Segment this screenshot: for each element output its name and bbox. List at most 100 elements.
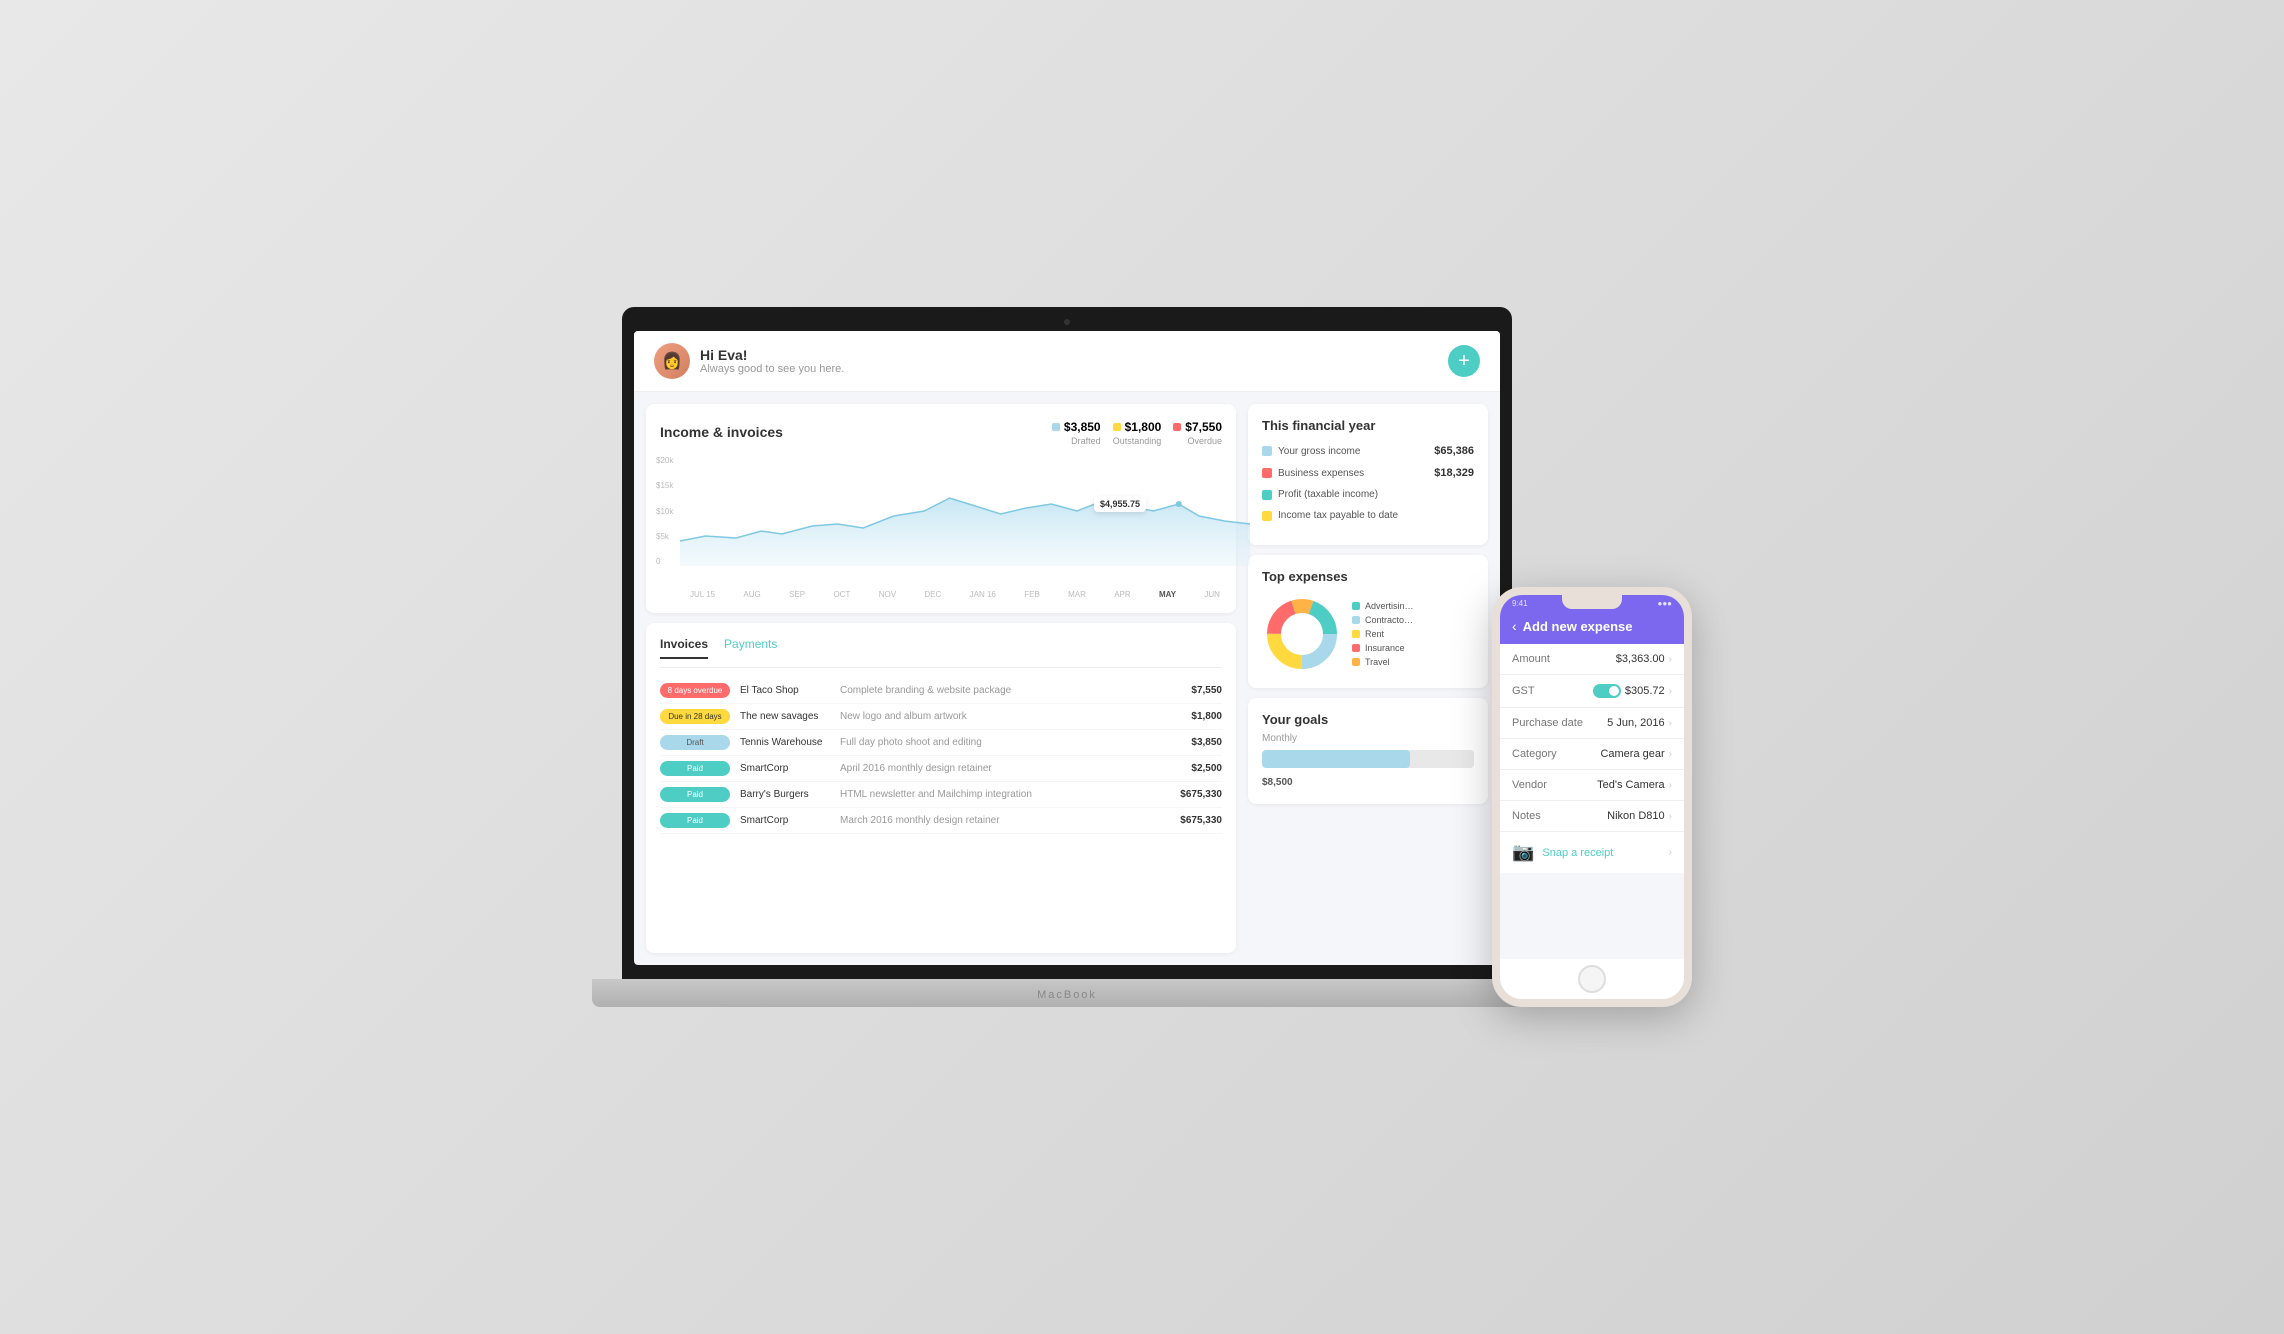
table-row: Paid SmartCorp March 2016 monthly design…	[660, 808, 1222, 834]
badge-due: Due in 28 days	[660, 709, 730, 724]
axis-aug: AUG	[743, 590, 760, 599]
fy-label-income: Your gross income	[1278, 446, 1360, 457]
gst-toggle[interactable]	[1593, 684, 1621, 698]
greeting-subtitle: Always good to see you here.	[700, 363, 844, 375]
phone-frame: 9:41 ●●● ‹ Add new expense Amount $3,363…	[1492, 587, 1692, 1007]
amount-label: Amount	[1512, 653, 1550, 665]
badge-paid: Paid	[660, 813, 730, 828]
fy-amount-income: $65,386	[1434, 445, 1474, 457]
top-expenses-title: Top expenses	[1262, 569, 1474, 584]
label-advertising: Advertisin…	[1365, 601, 1414, 611]
phone-row-date[interactable]: Purchase date 5 Jun, 2016 ›	[1500, 708, 1684, 739]
fy-label-tax: Income tax payable to date	[1278, 510, 1398, 521]
macbook-screen-frame: 👩 Hi Eva! Always good to see you here. +	[622, 307, 1512, 979]
gst-value: $305.72 ›	[1593, 684, 1672, 698]
phone: 9:41 ●●● ‹ Add new expense Amount $3,363…	[1492, 587, 1692, 1007]
vendor-value: Ted's Camera ›	[1597, 779, 1672, 791]
gst-chevron: ›	[1669, 686, 1672, 697]
right-panel: This financial year Your gross income $6…	[1248, 404, 1488, 953]
phone-screen: 9:41 ●●● ‹ Add new expense Amount $3,363…	[1500, 595, 1684, 999]
donut-chart	[1262, 594, 1342, 674]
fy-label-expenses: Business expenses	[1278, 468, 1364, 479]
goals-amount: $8,500	[1262, 777, 1293, 788]
invoice-amount: $3,850	[1191, 737, 1222, 748]
phone-row-gst[interactable]: GST $305.72 ›	[1500, 675, 1684, 708]
legend-outstanding: $1,800 Outstanding	[1113, 418, 1162, 446]
date-chevron: ›	[1669, 718, 1672, 729]
phone-row-vendor[interactable]: Vendor Ted's Camera ›	[1500, 770, 1684, 801]
notes-label: Notes	[1512, 810, 1541, 822]
macbook-camera	[1064, 319, 1070, 325]
axis-feb: FEB	[1024, 590, 1040, 599]
y-label-10k: $10k	[656, 507, 673, 516]
tooltip-value: $4,955.75	[1100, 499, 1140, 509]
macbook-screen: 👩 Hi Eva! Always good to see you here. +	[634, 331, 1500, 965]
goals-bar	[1262, 750, 1410, 768]
back-button[interactable]: ‹	[1512, 618, 1517, 634]
legend-item-travel: Travel	[1352, 657, 1414, 667]
fy-dot-tax	[1262, 511, 1272, 521]
phone-notch	[1562, 595, 1622, 609]
fy-dot-income	[1262, 446, 1272, 456]
overdue-amount: $7,550	[1185, 420, 1222, 434]
donut-svg	[1262, 594, 1342, 674]
fy-amount-expenses: $18,329	[1434, 467, 1474, 479]
axis-jul: JUL 15	[690, 590, 715, 599]
axis-apr: APR	[1114, 590, 1130, 599]
invoice-desc: Full day photo shoot and editing	[840, 737, 1181, 748]
fy-row: Business expenses $18,329	[1262, 467, 1474, 479]
chart-area: $20k $15k $10k $5k 0	[656, 456, 1226, 586]
notes-text: Nikon D810	[1607, 810, 1664, 822]
invoice-client: El Taco Shop	[740, 685, 830, 696]
label-insurance: Insurance	[1365, 643, 1405, 653]
fy-dot-expenses	[1262, 468, 1272, 478]
fy-left: Your gross income	[1262, 446, 1360, 457]
phone-rows: Amount $3,363.00 › GST $305.72 ›	[1500, 644, 1684, 959]
legend-item-insurance: Insurance	[1352, 643, 1414, 653]
add-button[interactable]: +	[1448, 345, 1480, 377]
phone-row-notes[interactable]: Notes Nikon D810 ›	[1500, 801, 1684, 832]
chart-axis-labels: JUL 15 AUG SEP OCT NOV DEC JAN 16 FEB MA…	[688, 590, 1222, 599]
chart-y-labels: $20k $15k $10k $5k 0	[656, 456, 673, 566]
invoice-desc: New logo and album artwork	[840, 711, 1181, 722]
home-button[interactable]	[1578, 965, 1606, 993]
phone-snap-row[interactable]: 📷 Snap a receipt ›	[1500, 832, 1684, 873]
phone-title: Add new expense	[1523, 619, 1633, 634]
snap-label: Snap a receipt	[1542, 847, 1613, 859]
axis-nov: NOV	[879, 590, 896, 599]
fy-label-profit: Profit (taxable income)	[1278, 489, 1378, 500]
badge-paid: Paid	[660, 761, 730, 776]
y-label-20k: $20k	[656, 456, 673, 465]
vendor-text: Ted's Camera	[1597, 779, 1665, 791]
invoice-client: Barry's Burgers	[740, 789, 830, 800]
legend-item-rent: Rent	[1352, 629, 1414, 639]
invoice-desc: HTML newsletter and Mailchimp integratio…	[840, 789, 1170, 800]
phone-row-category[interactable]: Category Camera gear ›	[1500, 739, 1684, 770]
financial-year-title: This financial year	[1262, 418, 1474, 433]
invoice-amount: $7,550	[1191, 685, 1222, 696]
invoices-card: Invoices Payments 8 days overdue El Taco…	[646, 623, 1236, 953]
chart-title: Income & invoices	[660, 424, 783, 440]
vendor-chevron: ›	[1669, 780, 1672, 791]
label-contractors: Contracto…	[1365, 615, 1413, 625]
fy-left: Profit (taxable income)	[1262, 489, 1378, 500]
goals-bar-container	[1262, 750, 1474, 768]
tabs: Invoices Payments	[660, 637, 1222, 668]
table-row: Due in 28 days The new savages New logo …	[660, 704, 1222, 730]
invoice-client: SmartCorp	[740, 763, 830, 774]
goals-title: Your goals	[1262, 712, 1474, 727]
phone-row-amount[interactable]: Amount $3,363.00 ›	[1500, 644, 1684, 675]
tab-invoices[interactable]: Invoices	[660, 637, 708, 659]
outstanding-label: Outstanding	[1113, 436, 1162, 446]
table-row: Paid SmartCorp April 2016 monthly design…	[660, 756, 1222, 782]
amount-chevron: ›	[1669, 654, 1672, 665]
axis-sep: SEP	[789, 590, 805, 599]
gst-text: $305.72	[1625, 685, 1665, 697]
badge-draft: Draft	[660, 735, 730, 750]
expenses-body: Advertisin… Contracto… Ren	[1262, 594, 1474, 674]
category-value: Camera gear ›	[1600, 748, 1672, 760]
tab-payments[interactable]: Payments	[724, 637, 777, 659]
legend-item-advertising: Advertisin…	[1352, 601, 1414, 611]
macbook-brand: MacBook	[1037, 989, 1097, 1001]
category-chevron: ›	[1669, 749, 1672, 760]
